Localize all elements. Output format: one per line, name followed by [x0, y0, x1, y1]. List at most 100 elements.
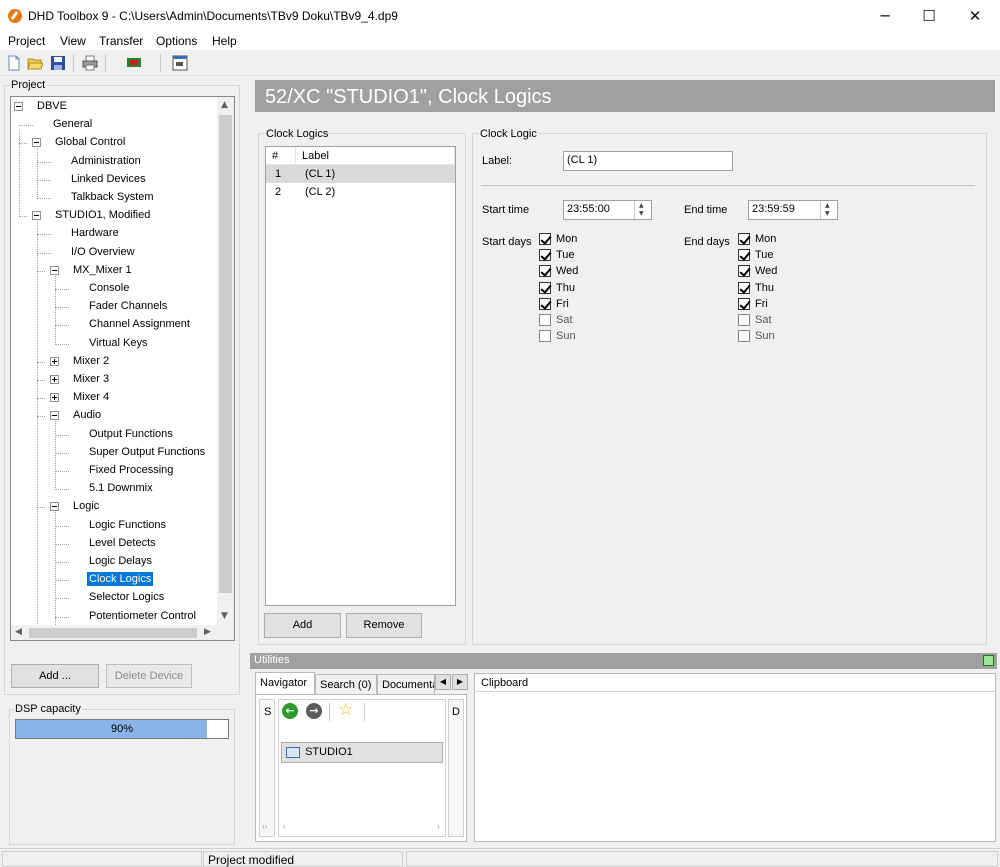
menu-help[interactable]: Help [212, 34, 237, 48]
tree-node[interactable]: General [53, 118, 92, 130]
collapse-icon[interactable] [50, 411, 59, 420]
day-checkbox-mon[interactable] [539, 233, 551, 245]
start-time-spinner[interactable]: ▲ ▼ [634, 201, 650, 219]
tree-node[interactable]: Linked Devices [71, 173, 146, 185]
favorites-star-icon[interactable]: ☆ [338, 700, 353, 720]
add-clock-logic-button[interactable]: Add [264, 613, 341, 638]
tree-node[interactable]: Level Detects [89, 537, 156, 549]
scroll-right-icon[interactable]: › [437, 822, 440, 831]
scroll-left-icon[interactable]: ◀ [15, 627, 22, 637]
expand-icon[interactable] [50, 375, 59, 384]
spin-down-icon[interactable]: ▼ [639, 210, 644, 217]
tree-node[interactable]: 5.1 Downmix [89, 482, 153, 494]
day-checkbox-tue[interactable] [738, 249, 750, 261]
clipboard-panel[interactable]: Clipboard [474, 673, 996, 842]
end-time-spinner[interactable]: ▲ ▼ [820, 201, 836, 219]
tree-node[interactable]: Global Control [55, 136, 125, 148]
day-checkbox-fri[interactable] [539, 298, 551, 310]
day-checkbox-sat[interactable] [738, 314, 750, 326]
tree-node[interactable]: Administration [71, 155, 141, 167]
tree-node[interactable]: Virtual Keys [89, 337, 148, 349]
project-tree[interactable]: DBVE General Global Control Administration L… [10, 96, 235, 641]
collapse-icon[interactable] [50, 266, 59, 275]
navigator-item-studio1[interactable]: STUDIO1 [281, 742, 443, 763]
tree-node[interactable]: DBVE [37, 100, 67, 112]
column-header-number[interactable]: # [266, 147, 296, 165]
tree-node[interactable]: Audio [73, 409, 101, 421]
collapse-icon[interactable] [50, 502, 59, 511]
tree-node[interactable]: Channel Assignment [89, 318, 190, 330]
tab-scroll-left-icon[interactable]: ◀ [435, 674, 451, 690]
save-icon[interactable] [50, 55, 66, 71]
forward-arrow-icon[interactable]: → [306, 703, 322, 719]
tree-node[interactable]: Clock Logics [87, 572, 154, 586]
spin-up-icon[interactable]: ▲ [825, 202, 830, 209]
end-time-field[interactable]: 23:59:59 ▲ ▼ [748, 200, 838, 220]
tree-node[interactable]: Logic [73, 500, 99, 512]
tree-node[interactable]: STUDIO1, Modified [55, 209, 150, 221]
day-checkbox-sun[interactable] [539, 330, 551, 342]
tree-node[interactable]: Fixed Processing [89, 464, 173, 476]
open-folder-icon[interactable] [27, 55, 44, 71]
collapse-icon[interactable] [32, 138, 41, 147]
list-item[interactable]: 2 (CL 2) [266, 183, 455, 201]
tab-documentation[interactable]: Documenta [377, 674, 435, 694]
day-checkbox-mon[interactable] [738, 233, 750, 245]
collapse-icon[interactable] [32, 211, 41, 220]
tree-node[interactable]: Selector Logics [89, 591, 164, 603]
expand-icon[interactable] [50, 393, 59, 402]
tree-node[interactable]: MX_Mixer 1 [73, 264, 132, 276]
day-checkbox-sun[interactable] [738, 330, 750, 342]
menu-options[interactable]: Options [156, 34, 197, 48]
day-checkbox-thu[interactable] [738, 282, 750, 294]
tree-node[interactable]: Potentiometer Control [89, 610, 196, 622]
maximize-button[interactable]: ☐ [906, 0, 952, 32]
scroll-left-icon[interactable]: ‹› [262, 822, 267, 831]
tree-node[interactable]: Mixer 3 [73, 373, 109, 385]
utilities-toggle-icon[interactable] [983, 655, 994, 666]
day-checkbox-fri[interactable] [738, 298, 750, 310]
collapse-icon[interactable] [14, 102, 23, 111]
scroll-thumb-horizontal[interactable] [29, 628, 197, 638]
tree-node[interactable]: Console [89, 282, 129, 294]
remove-clock-logic-button[interactable]: Remove [346, 613, 422, 638]
label-input[interactable]: (CL 1) [563, 151, 733, 171]
tree-node[interactable]: Logic Delays [89, 555, 152, 567]
spin-down-icon[interactable]: ▼ [825, 210, 830, 217]
scroll-up-icon[interactable]: ▲ [221, 100, 228, 110]
tree-vertical-scrollbar[interactable]: ▲ ▼ [217, 97, 234, 625]
tree-node[interactable]: Talkback System [71, 191, 154, 203]
list-item[interactable]: 1 (CL 1) [266, 165, 455, 183]
delete-device-button[interactable]: Delete Device [106, 664, 192, 688]
window-icon[interactable] [172, 55, 188, 71]
spin-up-icon[interactable]: ▲ [639, 202, 644, 209]
new-file-icon[interactable] [6, 55, 22, 71]
day-checkbox-wed[interactable] [738, 265, 750, 277]
tab-navigator[interactable]: Navigator [255, 672, 315, 695]
back-arrow-icon[interactable]: ← [282, 703, 298, 719]
tab-scroll-right-icon[interactable]: ▶ [452, 674, 468, 690]
tree-node[interactable]: Mixer 4 [73, 391, 109, 403]
scroll-down-icon[interactable]: ▼ [221, 611, 228, 621]
day-checkbox-wed[interactable] [539, 265, 551, 277]
tree-node[interactable]: Output Functions [89, 428, 173, 440]
day-checkbox-thu[interactable] [539, 282, 551, 294]
menu-project[interactable]: Project [8, 34, 45, 48]
tree-node[interactable]: Logic Functions [89, 519, 166, 531]
add-device-button[interactable]: Add ... [11, 664, 99, 688]
tree-horizontal-scrollbar[interactable]: ◀ ▶ [11, 625, 234, 640]
minimize-button[interactable]: ─ [862, 0, 908, 32]
menu-view[interactable]: View [60, 34, 86, 48]
print-icon[interactable] [82, 55, 98, 71]
menu-transfer[interactable]: Transfer [99, 34, 143, 48]
tree-node[interactable]: Fader Channels [89, 300, 167, 312]
tab-search[interactable]: Search (0) [315, 674, 377, 694]
close-button[interactable]: ✕ [952, 0, 998, 32]
device-icon[interactable] [126, 55, 142, 71]
column-header-label[interactable]: Label [296, 147, 455, 165]
scroll-right-icon[interactable]: ▶ [204, 627, 211, 637]
start-time-field[interactable]: 23:55:00 ▲ ▼ [563, 200, 652, 220]
clock-logics-list[interactable]: # Label 1 (CL 1) 2 (CL 2) [265, 146, 456, 606]
tree-node[interactable]: Mixer 2 [73, 355, 109, 367]
tree-node[interactable]: Hardware [71, 227, 119, 239]
